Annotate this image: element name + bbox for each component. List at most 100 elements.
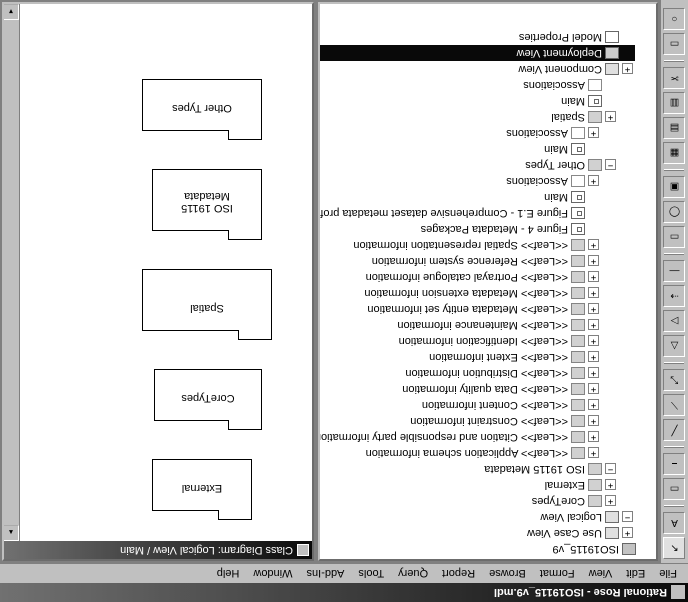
tree-leaf[interactable]: +<<Leaf>> Metadata entity set informatio… — [320, 301, 601, 317]
tree-external[interactable]: + External — [320, 477, 618, 493]
tree-root[interactable]: ISO19115_v9 — [320, 541, 652, 557]
tool-text[interactable]: A — [664, 512, 686, 534]
tree-lv-main[interactable]: Main — [320, 93, 618, 109]
package-box[interactable]: External — [152, 459, 252, 511]
menu-addins[interactable]: Add-Ins — [300, 566, 352, 582]
expand-icon[interactable]: + — [588, 352, 599, 363]
tree-item[interactable]: Figure E.1 - Comprehensive dataset metad… — [320, 205, 601, 221]
expand-icon[interactable]: + — [588, 288, 599, 299]
menu-report[interactable]: Report — [435, 566, 482, 582]
tree-leaf[interactable]: +<<Leaf>> Maintenance information — [320, 317, 601, 333]
menu-window[interactable]: Window — [246, 566, 299, 582]
collapse-icon[interactable]: − — [605, 160, 616, 171]
menu-query[interactable]: Query — [391, 566, 435, 582]
tree-leaf[interactable]: +<<Leaf>> Identification information — [320, 333, 601, 349]
expand-icon[interactable]: + — [588, 384, 599, 395]
tree-leaf[interactable]: +<<Leaf>> Metadata extension information — [320, 285, 601, 301]
tree-component[interactable]: + Component View — [320, 61, 635, 77]
expand-icon[interactable]: + — [588, 432, 599, 443]
expand-icon[interactable]: + — [588, 256, 599, 267]
tree-leaf[interactable]: +<<Leaf>> Constraint information — [320, 413, 601, 429]
tool-iface[interactable]: ◯ — [664, 201, 686, 223]
tool-class[interactable]: ▭ — [664, 226, 686, 248]
tree-leaf[interactable]: +<<Leaf>> Extent information — [320, 349, 601, 365]
tree-leaf[interactable]: +<<Leaf>> Spatial representation informa… — [320, 237, 601, 253]
package-box[interactable]: Other Types — [142, 79, 262, 131]
tree-other-assoc[interactable]: + Associations — [320, 125, 601, 141]
tree-deployment[interactable]: Deployment View — [320, 45, 635, 61]
tree-item[interactable]: Figure 4 - Metadata Packages — [320, 221, 601, 237]
tree-coretypes[interactable]: + CoreTypes — [320, 493, 618, 509]
tree-modelprops[interactable]: Model Properties — [320, 29, 635, 45]
tool-line1[interactable]: ╱ — [664, 419, 686, 441]
tree-leaf[interactable]: +<<Leaf>> Distribution information — [320, 365, 601, 381]
expand-icon[interactable]: + — [588, 240, 599, 251]
tree-othertypes[interactable]: − Other Types — [320, 157, 618, 173]
tree-logical[interactable]: − Logical View — [320, 509, 635, 525]
tool-pkg[interactable]: ▣ — [664, 176, 686, 198]
model-browser[interactable]: ISO19115_v9 + Use Case View − Logical Vi… — [318, 2, 658, 561]
tool-e[interactable]: ▭ — [664, 33, 686, 55]
tree-spatial[interactable]: + Spatial — [320, 109, 618, 125]
expand-icon[interactable]: + — [622, 64, 633, 75]
package-box[interactable]: Spatial — [142, 269, 272, 331]
expand-icon[interactable]: + — [588, 368, 599, 379]
tool-a[interactable]: ▦ — [664, 142, 686, 164]
diagram-titlebar[interactable]: Class Diagram: Logical View / Main — [4, 541, 312, 559]
tool-line2[interactable]: ⟍ — [664, 394, 686, 416]
expand-icon[interactable]: + — [605, 480, 616, 491]
diagram-canvas[interactable]: External CoreTypes Spatial ISO 19115 Metada… — [20, 4, 312, 541]
package-box[interactable]: CoreTypes — [154, 369, 262, 421]
tree-item[interactable]: +Associations — [320, 173, 601, 189]
tree-other-main[interactable]: Main — [320, 141, 601, 157]
package-icon — [571, 335, 585, 347]
tool-assoc[interactable]: — — [664, 260, 686, 282]
scroll-down-icon[interactable]: ▾ — [4, 4, 19, 20]
expand-icon[interactable]: + — [588, 272, 599, 283]
tree-leaf[interactable]: +<<Leaf>> Citation and responsible party… — [320, 429, 601, 445]
tree-lv-assoc[interactable]: Associations — [320, 77, 618, 93]
tool-note[interactable]: ▭ — [664, 478, 686, 500]
expand-icon[interactable]: + — [605, 112, 616, 123]
tree-leaf[interactable]: +<<Leaf>> Portrayal catalogue informatio… — [320, 269, 601, 285]
tool-dep[interactable]: ⇢ — [664, 285, 686, 307]
expand-icon[interactable]: + — [588, 448, 599, 459]
expand-icon[interactable]: + — [605, 496, 616, 507]
tool-gen[interactable]: △ — [664, 335, 686, 357]
package-box[interactable]: ISO 19115 Metadata — [152, 169, 262, 231]
tree-usecase[interactable]: + Use Case View — [320, 525, 635, 541]
tree-leaf[interactable]: +<<Leaf>> Reference system information — [320, 253, 601, 269]
menu-format[interactable]: Format — [533, 566, 582, 582]
menu-file[interactable]: File — [652, 566, 684, 582]
tree-leaf[interactable]: +<<Leaf>> Data quality information — [320, 381, 601, 397]
tree-leaf[interactable]: +<<Leaf>> Application schema information — [320, 445, 601, 461]
scroll-up-icon[interactable]: ▴ — [4, 525, 19, 541]
expand-icon[interactable]: + — [588, 176, 599, 187]
menu-edit[interactable]: Edit — [619, 566, 652, 582]
tool-c[interactable]: ▥ — [664, 92, 686, 114]
tool-realize[interactable]: ▷ — [664, 310, 686, 332]
tool-line3[interactable]: ⤡ — [664, 369, 686, 391]
tool-d[interactable]: ✂ — [664, 67, 686, 89]
collapse-icon[interactable]: − — [622, 512, 633, 523]
expand-icon[interactable]: + — [588, 304, 599, 315]
expand-icon[interactable]: + — [588, 336, 599, 347]
expand-icon[interactable]: + — [588, 320, 599, 331]
tree-iso-meta[interactable]: − ISO 19115 Metadata — [320, 461, 618, 477]
tool-f[interactable]: ○ — [664, 8, 686, 30]
menu-view[interactable]: View — [582, 566, 620, 582]
tool-anchor[interactable]: ⎯ — [664, 453, 686, 475]
expand-icon[interactable]: + — [588, 128, 599, 139]
expand-icon[interactable]: + — [588, 400, 599, 411]
tool-b[interactable]: ▤ — [664, 117, 686, 139]
menu-help[interactable]: Help — [210, 566, 247, 582]
menu-tools[interactable]: Tools — [351, 566, 391, 582]
menu-browse[interactable]: Browse — [482, 566, 533, 582]
tree-item[interactable]: Main — [320, 189, 601, 205]
tree-leaf[interactable]: +<<Leaf>> Content information — [320, 397, 601, 413]
expand-icon[interactable]: + — [622, 528, 633, 539]
collapse-icon[interactable]: − — [605, 464, 616, 475]
tool-pointer[interactable]: ↖ — [664, 537, 686, 559]
expand-icon[interactable]: + — [588, 416, 599, 427]
scrollbar-vertical[interactable]: ▴ ▾ — [4, 4, 20, 541]
